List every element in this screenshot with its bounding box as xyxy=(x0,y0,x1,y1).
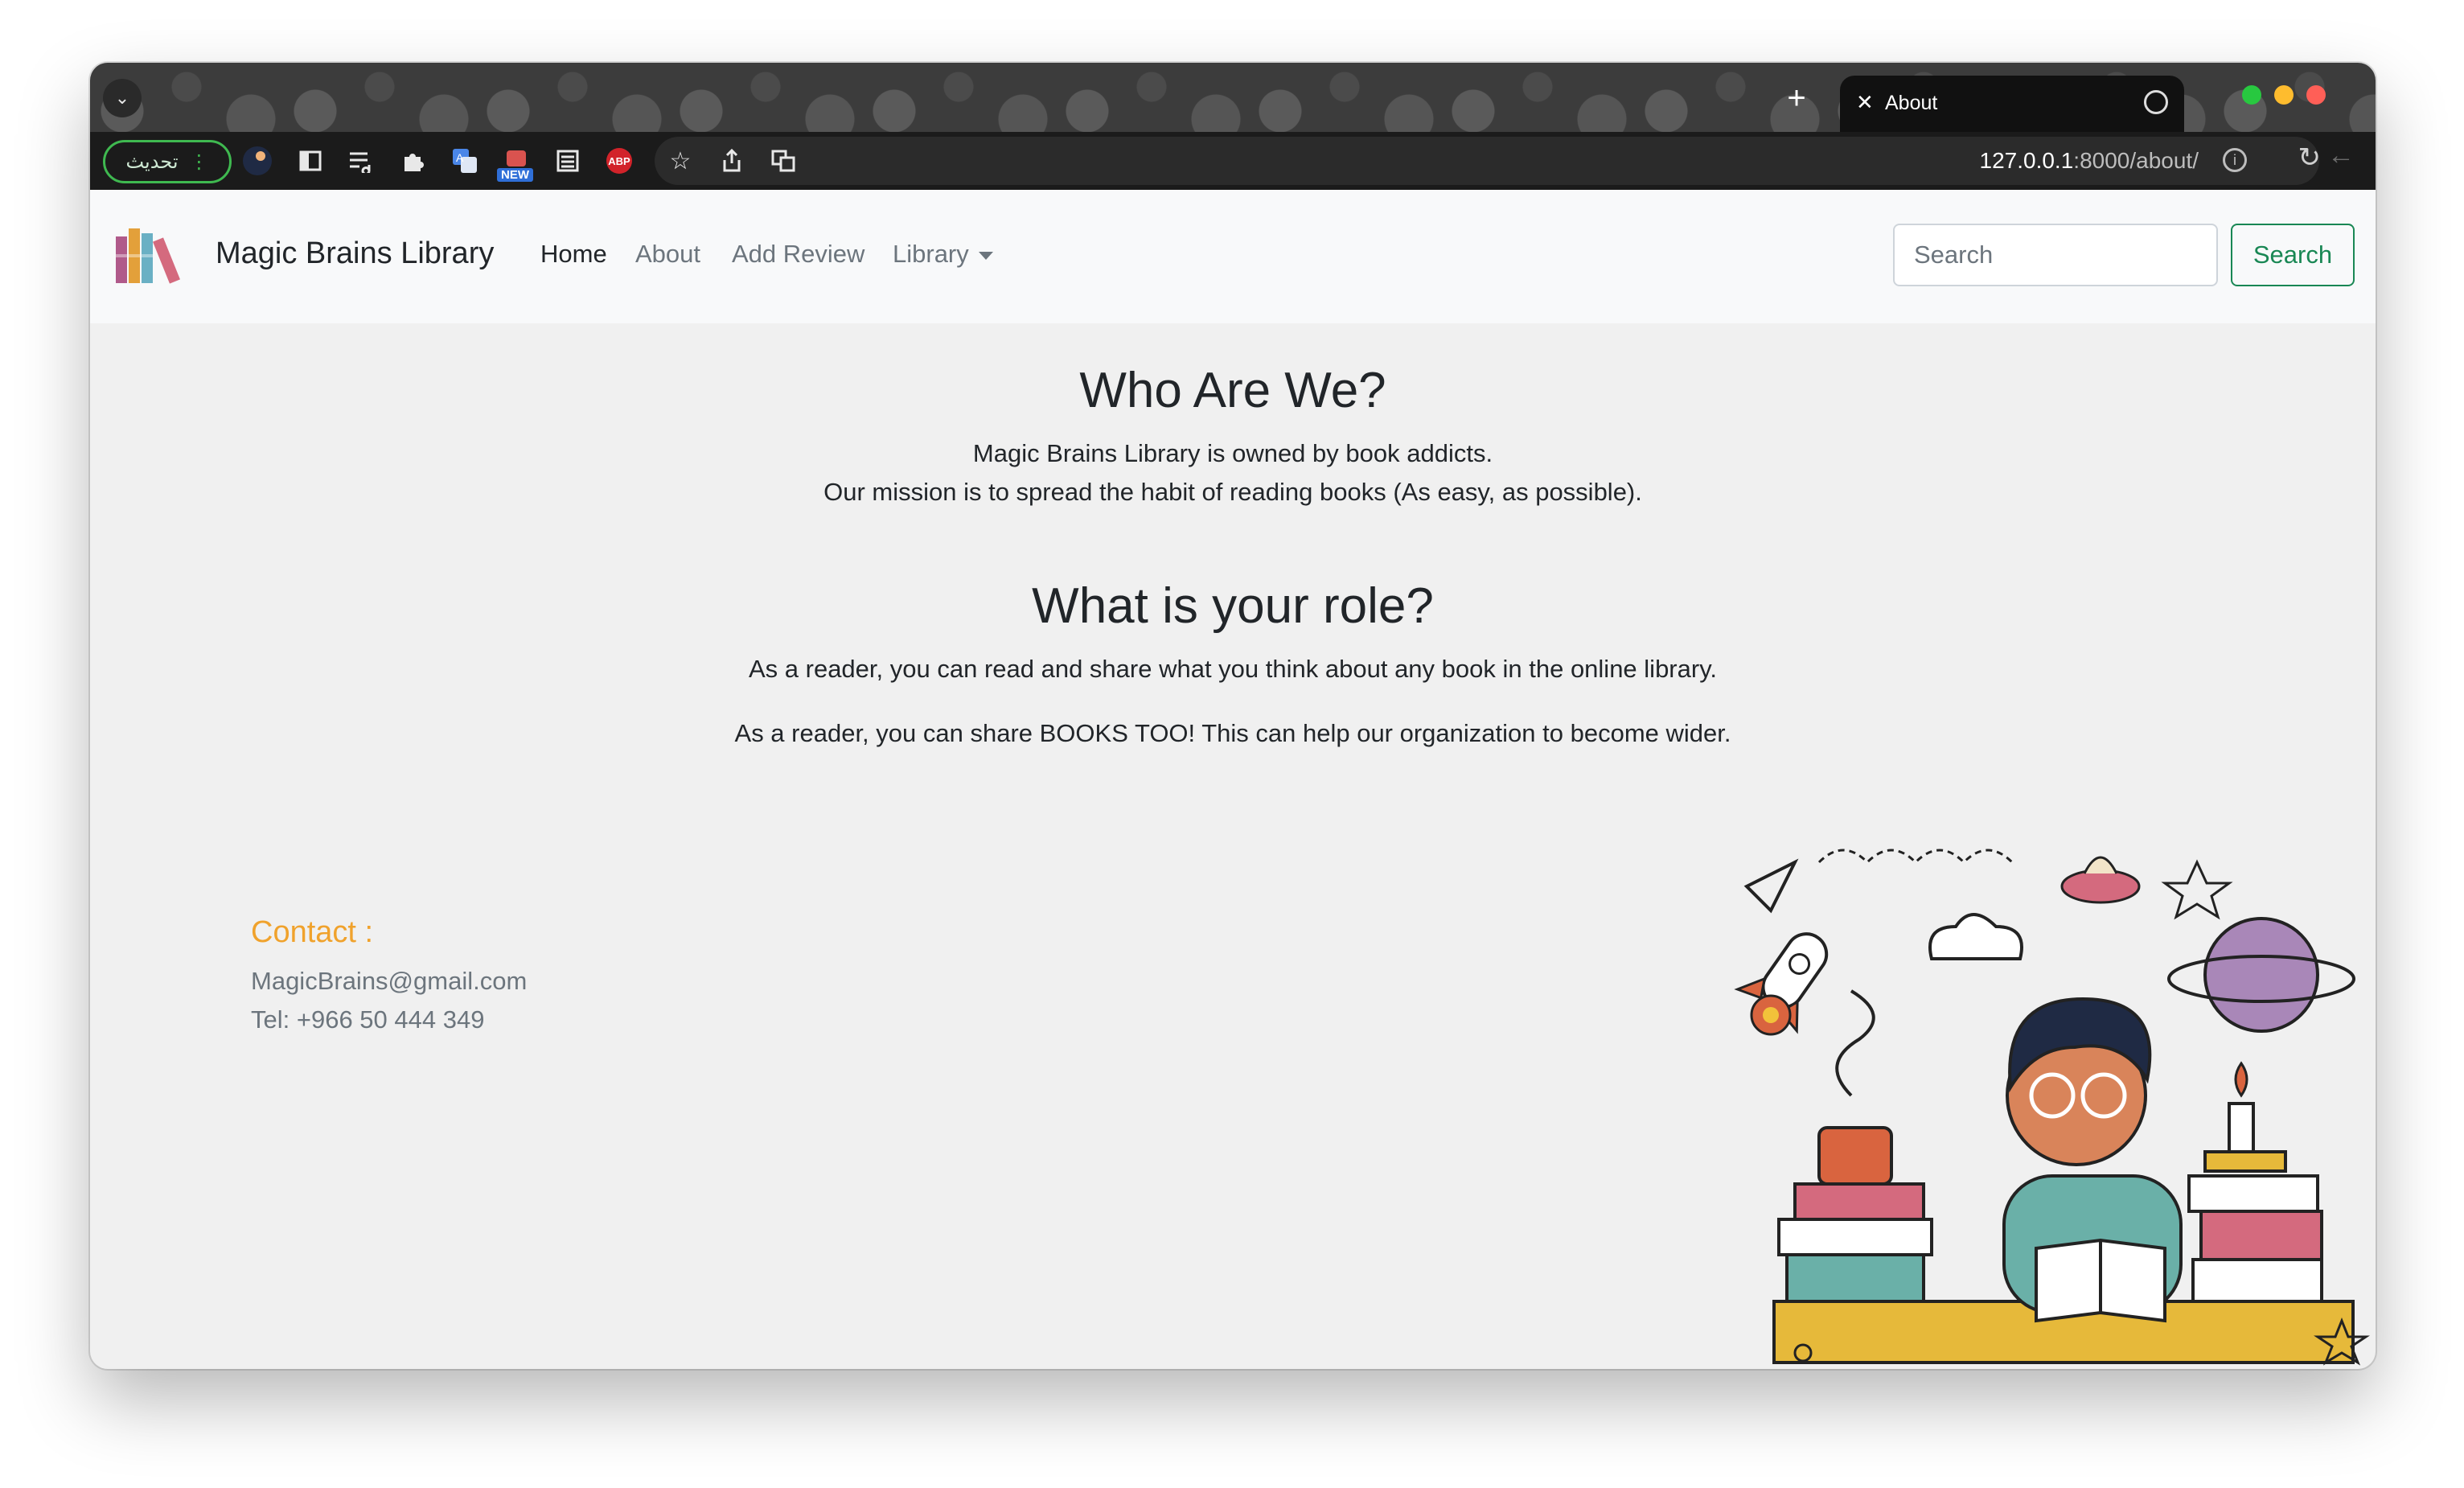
role-heading: What is your role? xyxy=(1032,578,1434,634)
url-text[interactable]: 127.0.0.1:8000/about/ xyxy=(1980,148,2199,174)
nav-library-label: Library xyxy=(893,240,969,268)
nav-library-dropdown[interactable]: Library xyxy=(893,240,993,269)
tab-search-chevron-icon[interactable]: ⌄ xyxy=(103,79,142,117)
contact-email: MagicBrains@gmail.com xyxy=(251,967,528,995)
translate-page-icon[interactable] xyxy=(766,143,801,179)
bookmark-star-icon[interactable]: ☆ xyxy=(663,143,698,179)
update-button[interactable]: تحديث ⋮ xyxy=(103,140,232,183)
close-window-button[interactable] xyxy=(2306,85,2326,105)
about-line-2: Our mission is to spread the habit of re… xyxy=(823,478,1642,506)
new-tab-button[interactable]: + xyxy=(1779,80,1814,116)
profile-avatar-icon[interactable] xyxy=(240,143,275,179)
svg-text:A: A xyxy=(456,151,464,164)
tab-about[interactable]: ✕ About xyxy=(1840,76,2184,132)
update-label: تحديث xyxy=(125,150,179,173)
address-bar[interactable]: ☆ 127.0.0.1:8000/about/ i ↻ xyxy=(655,137,2322,185)
nav-add-review[interactable]: Add Review xyxy=(732,240,864,269)
browser-window: ⌄ + ✕ About تحديث ⋮ A NEW ABP ☆ 127.0.0.… xyxy=(90,63,2376,1369)
caret-down-icon xyxy=(978,251,993,260)
search-input[interactable] xyxy=(1893,224,2218,286)
url-host: 127.0.0.1 xyxy=(1979,148,2074,173)
nav-home[interactable]: Home xyxy=(540,240,607,269)
about-line-1: Magic Brains Library is owned by book ad… xyxy=(972,439,1493,467)
tab-title: About xyxy=(1885,92,1938,114)
browser-toolbar: تحديث ⋮ A NEW ABP ☆ 127.0.0.1:8000/about… xyxy=(90,132,2376,190)
sidebar-icon[interactable] xyxy=(293,143,328,179)
translate-icon[interactable]: A xyxy=(447,143,483,179)
tab-strip: ⌄ + ✕ About xyxy=(90,63,2376,132)
list-icon[interactable] xyxy=(550,143,585,179)
reading-list-icon[interactable] xyxy=(344,143,380,179)
nav-about[interactable]: About xyxy=(635,240,700,269)
tab-close-icon[interactable]: ✕ xyxy=(1856,90,1874,115)
brand-name[interactable]: Magic Brains Library xyxy=(216,236,494,271)
new-extension-icon[interactable]: NEW xyxy=(497,143,534,182)
globe-icon xyxy=(2144,90,2168,114)
contact-phone: Tel: +966 50 444 349 xyxy=(251,1005,485,1034)
role-line-1: As a reader, you can read and share what… xyxy=(748,655,1718,683)
share-icon[interactable] xyxy=(714,143,749,179)
role-line-2: As a reader, you can share BOOKS TOO! Th… xyxy=(734,719,1731,747)
who-are-we-heading: Who Are We? xyxy=(1079,363,1386,418)
adblock-icon[interactable]: ABP xyxy=(606,148,632,174)
extensions-puzzle-icon[interactable] xyxy=(396,143,431,179)
adblock-label: ABP xyxy=(608,154,630,167)
site-info-icon[interactable]: i xyxy=(2223,148,2247,172)
reload-icon[interactable]: ↻ xyxy=(2298,142,2322,174)
books-logo-icon[interactable] xyxy=(113,222,193,286)
reader-illustration xyxy=(1734,849,2370,1366)
back-icon[interactable]: ← xyxy=(2327,140,2355,171)
site-navbar: Magic Brains Library Home About Add Revi… xyxy=(90,190,2376,323)
url-path: :8000/about/ xyxy=(2073,148,2199,173)
more-vertical-icon: ⋮ xyxy=(189,150,209,173)
minimize-window-button[interactable] xyxy=(2274,85,2294,105)
about-page-content: Who Are We? Magic Brains Library is owne… xyxy=(90,323,2376,1369)
maximize-window-button[interactable] xyxy=(2242,85,2261,105)
search-button[interactable]: Search xyxy=(2231,224,2355,286)
contact-title: Contact : xyxy=(251,915,374,949)
new-badge: NEW xyxy=(497,168,533,182)
